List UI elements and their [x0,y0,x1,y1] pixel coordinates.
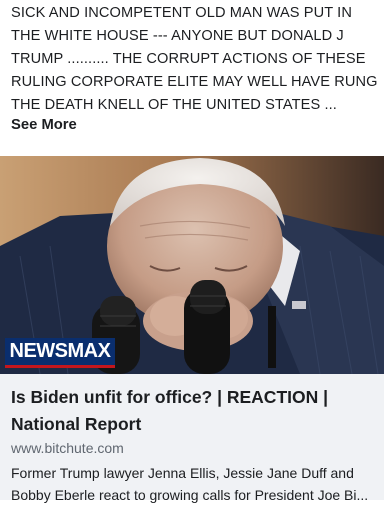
link-title-line: National Report [11,414,142,434]
post-text-line: THE DEATH KNELL OF THE UNITED STATES ... [11,97,337,113]
link-description-line: Bobby Eberle react to growing calls for … [11,487,369,503]
link-title-line: Is Biden unfit for office? | REACTION | [11,387,329,407]
link-title[interactable]: Is Biden unfit for office? | REACTION | … [11,384,371,438]
link-description-line: Former Trump lawyer Jenna Ellis, Jessie … [11,465,354,481]
post-text: SICK AND INCOMPETENT OLD MAN WAS PUT IN … [11,2,379,117]
newsmax-logo-text: NEWSMAX [9,340,111,362]
link-preview-card[interactable]: Is Biden unfit for office? | REACTION | … [0,374,384,503]
link-description: Former Trump lawyer Jenna Ellis, Jessie … [11,462,381,506]
post-text-line: SICK AND INCOMPETENT OLD MAN WAS PUT IN [11,5,352,21]
see-more-link[interactable]: See More [11,117,77,133]
link-domain: www.bitchute.com [11,440,124,456]
post-text-line: THE WHITE HOUSE --- ANYONE BUT DONALD J [11,28,344,44]
newsmax-logo: NEWSMAX [5,338,115,368]
post-text-line: TRUMP .......... THE CORRUPT ACTIONS OF … [11,51,366,67]
post-text-line: RULING CORPORATE ELITE MAY WELL HAVE RUN… [11,74,378,90]
